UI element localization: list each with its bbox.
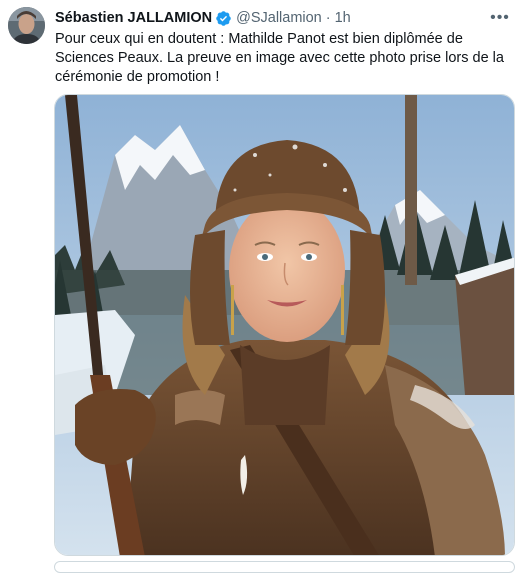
author-handle[interactable]: @SJallamion: [236, 10, 322, 26]
more-options-icon[interactable]: •••: [489, 7, 511, 29]
next-element-edge: [54, 561, 515, 573]
verified-badge-icon: [216, 10, 231, 26]
photo-woman-fur-hat-rifle: [55, 95, 514, 555]
tweet-timestamp[interactable]: 1h: [335, 10, 351, 26]
author-avatar[interactable]: [8, 7, 45, 44]
tweet-media-image[interactable]: [54, 94, 515, 556]
tweet-text: Pour ceux qui en doutent : Mathilde Pano…: [55, 31, 504, 85]
author-name[interactable]: Sébastien JALLAMION: [55, 10, 212, 26]
tweet-header: Sébastien JALLAMION @SJallamion · 1h •••: [55, 7, 511, 29]
separator-dot: ·: [325, 10, 331, 26]
avatar-image: [8, 7, 45, 44]
